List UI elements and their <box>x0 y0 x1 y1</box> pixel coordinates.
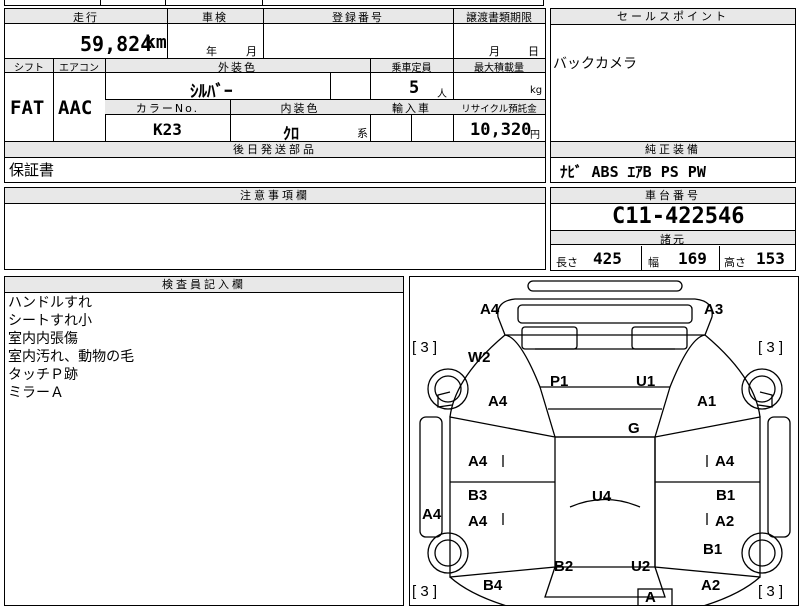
damage-mark-a-rear: A <box>645 589 656 606</box>
top-strip <box>4 0 544 6</box>
inspector-note: 室内内張傷 <box>8 331 78 347</box>
ac-value: AAC <box>58 97 93 119</box>
height-value: 153 <box>756 249 785 268</box>
color-no-value: K23 <box>153 120 182 139</box>
shift-value: FAT <box>10 97 45 119</box>
interior-color-suffix: 系 <box>357 127 368 140</box>
sales-point-label: セールスポイント <box>551 9 795 25</box>
tire-tread-front-right: [ 3 ] <box>758 339 784 356</box>
ac-label: エアコン <box>59 63 99 74</box>
damage-mark-a4-front-door-left: A4 <box>468 453 488 470</box>
equipment-label: 純正装備 <box>551 142 795 158</box>
tire-tread-rear-right: [ 3 ] <box>758 583 784 600</box>
max-load-label: 最大積載量 <box>474 63 524 74</box>
color-no-label: カラーNo. <box>135 102 200 115</box>
seats-unit: 人 <box>437 89 447 100</box>
recycle-deposit-value: 10,320 <box>470 120 532 140</box>
mileage-value: 59,824 <box>80 32 153 56</box>
shaken-label: 車検 <box>202 11 228 24</box>
chassis-number: C11-422546 <box>612 204 745 229</box>
inspector-note: ミラーＡ <box>8 385 64 401</box>
damage-mark-u2: U2 <box>631 558 651 575</box>
damage-mark-b3: B3 <box>468 487 488 504</box>
equipment-value: ﾅﾋﾞ ABS ｴｱB PS PW <box>560 163 706 181</box>
shaken-month: 月 <box>246 45 257 58</box>
damage-mark-b1-right: B1 <box>716 487 736 504</box>
damage-mark-a2-rear-door-right: A2 <box>715 513 735 530</box>
sales-point-box <box>550 8 796 142</box>
length-value: 425 <box>593 249 622 268</box>
damage-mark-a3-front-right: A3 <box>704 301 724 318</box>
damage-mark-a4-sill-left: A4 <box>422 506 442 523</box>
transfer-deadline-label: 譲渡書類期限 <box>466 11 532 24</box>
width-label: 幅 <box>648 256 659 269</box>
sales-point-value: バックカメラ <box>553 56 637 72</box>
specs-label: 諸元 <box>660 233 686 246</box>
seats-label: 乗車定員 <box>391 63 432 74</box>
inspector-notes-list: ハンドルすれ シートすれ小 室内内張傷 室内汚れ、動物の毛 タッチＰ跡 ミラーＡ <box>8 294 134 402</box>
max-load-unit: kg <box>530 85 543 96</box>
damage-mark-g-windshield: G <box>628 420 640 437</box>
height-label: 高さ <box>724 256 746 269</box>
tire-tread-front-left: [ 3 ] <box>412 339 438 356</box>
inspector-note: 室内汚れ、動物の毛 <box>8 349 135 365</box>
vehicle-info-table <box>4 8 546 142</box>
recycle-deposit-label: リサイクル預託金 <box>461 104 537 115</box>
registration-label: 登録番号 <box>332 11 384 24</box>
inspector-notes-label: 検査員記入欄 <box>5 277 403 293</box>
transfer-month: 月 <box>489 45 500 58</box>
damage-mark-u4-roof: U4 <box>592 488 612 505</box>
damage-mark-b2: B2 <box>554 558 574 575</box>
damage-mark-a4-left-fender: A4 <box>488 393 508 410</box>
damage-mark-a4-front-left: A4 <box>480 301 500 318</box>
later-parts-label: 後日発送部品 <box>5 142 545 158</box>
damage-mark-a4-front-door-right: A4 <box>715 453 735 470</box>
width-value: 169 <box>678 249 707 268</box>
interior-color-label: 内装色 <box>280 102 320 115</box>
seats-value: 5 <box>409 78 420 98</box>
damage-mark-a4-rear-door-left: A4 <box>468 513 488 530</box>
length-label: 長さ <box>556 256 578 269</box>
shift-label: シフト <box>14 63 44 74</box>
recycle-deposit-unit: 円 <box>530 130 540 141</box>
tire-tread-rear-left: [ 3 ] <box>412 583 438 600</box>
caution-label: 注意事項欄 <box>5 188 545 204</box>
transfer-day: 日 <box>528 45 539 58</box>
car-outline-diagram <box>419 280 791 605</box>
import-label: 輸入車 <box>392 102 431 115</box>
shaken-year: 年 <box>206 45 217 58</box>
inspector-note: シートすれ小 <box>8 313 92 329</box>
damage-mark-b1-rear-right: B1 <box>703 541 723 558</box>
damage-mark-w2: W2 <box>468 349 491 366</box>
inspector-note: タッチＰ跡 <box>8 367 78 383</box>
damage-mark-p1: P1 <box>550 373 569 390</box>
mileage-unit: km <box>145 32 167 53</box>
car-diagram-box: A4 A3 W2 P1 U1 A4 A1 G A4 A4 B3 B1 A4 A4… <box>409 276 799 606</box>
mileage-label: 走行 <box>73 11 99 24</box>
later-parts-value: 保証書 <box>9 161 55 179</box>
inspector-note: ハンドルすれ <box>8 295 92 311</box>
chassis-label: 車台番号 <box>551 188 795 204</box>
damage-mark-u1: U1 <box>636 373 656 390</box>
damage-mark-a1-right-fender: A1 <box>697 393 717 410</box>
damage-mark-a2-rear-right: A2 <box>701 577 721 594</box>
damage-mark-b4: B4 <box>483 577 503 594</box>
